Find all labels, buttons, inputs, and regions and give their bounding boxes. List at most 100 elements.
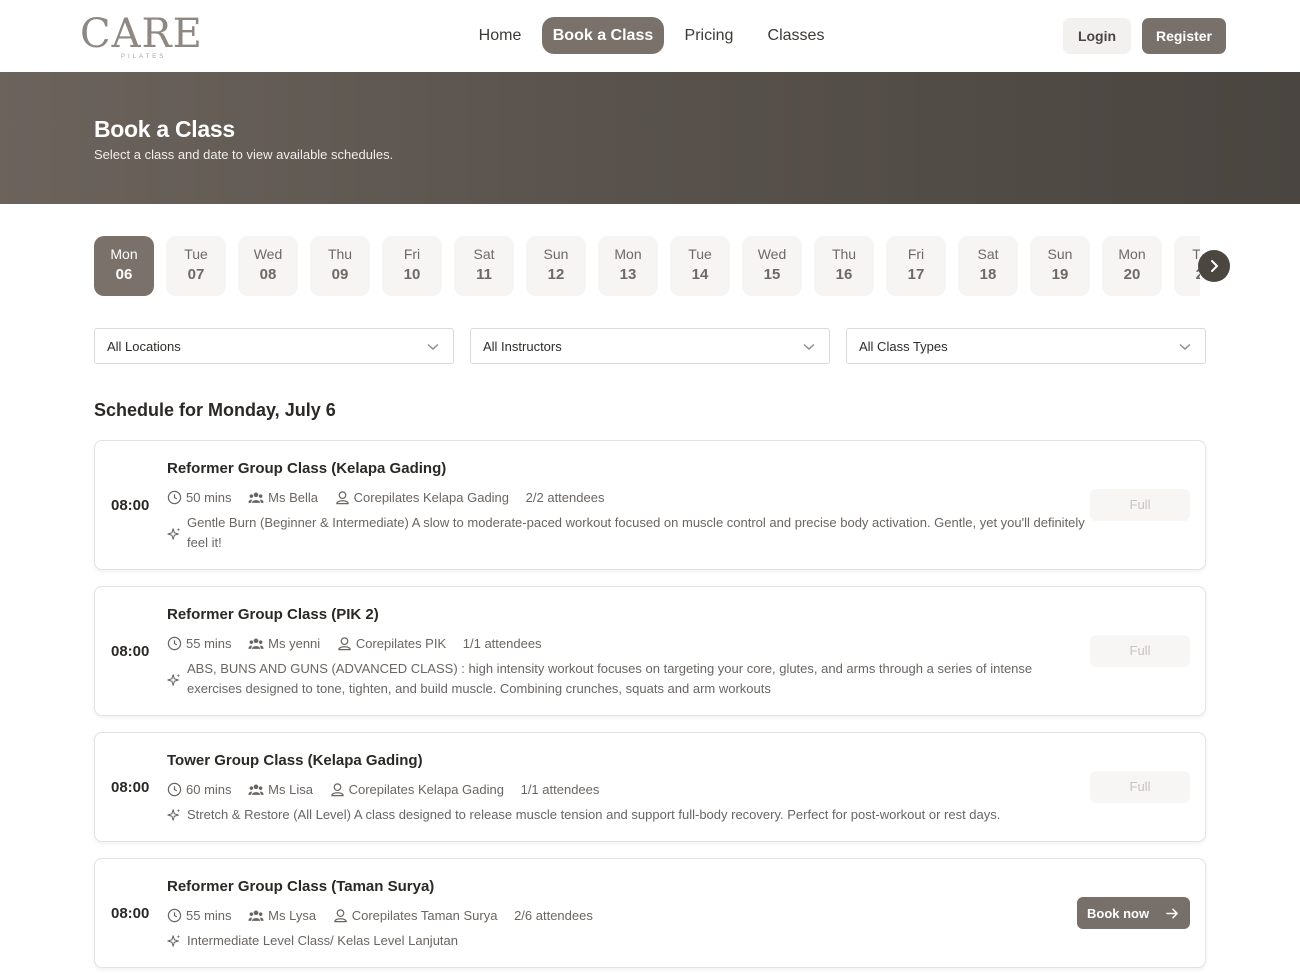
instructor-filter-value: All Instructors [483,339,562,354]
nav-pricing-link[interactable]: Pricing [674,17,744,54]
class-time: 08:00 [111,643,150,660]
date-option[interactable]: Sat 11 [454,236,514,296]
map-pin-user-icon [335,491,349,505]
users-icon [248,784,264,795]
date-option[interactable]: Mon 20 [1102,236,1162,296]
nav-book-a-class-link[interactable]: Book a Class [542,17,664,54]
next-dates-button[interactable] [1198,250,1230,282]
class-attendees: 1/1 attendees [520,782,600,798]
class-full-button[interactable]: Full [1090,635,1190,667]
class-meta: 55 mins Ms yenni Corepilates PIK 1/1 att… [167,635,555,653]
date-option[interactable]: Sun 12 [526,236,586,296]
arrow-right-icon [1166,908,1178,919]
location-filter-select[interactable]: All Locations [94,328,454,364]
class-card: 08:00 Reformer Group Class (Taman Surya)… [94,858,1206,968]
date-day-number: 07 [187,266,205,283]
date-option[interactable]: Fri 17 [886,236,946,296]
date-option[interactable]: Mon 13 [598,236,658,296]
class-name: Tower Group Class (Kelapa Gading) [167,752,423,769]
date-weekday: Fri [907,246,925,262]
users-icon [248,638,264,649]
clock-icon [167,782,182,797]
brand-logo[interactable]: CARE PILATES [80,12,204,62]
users-icon [248,492,264,503]
date-day-number: 17 [907,266,925,283]
top-navigation-bar: CARE PILATES Home Book a Class Pricing C… [0,0,1300,72]
page-subtitle: Select a class and date to view availabl… [94,147,394,162]
class-meta: 50 mins Ms Bella Corepilates Kelapa Gadi… [167,489,617,507]
class-full-button[interactable]: Full [1090,489,1190,521]
class-attendees: 2/6 attendees [514,908,593,924]
class-location: Corepilates Kelapa Gading [330,782,504,797]
date-day-number: 08 [259,266,277,283]
date-day-number: 13 [619,266,637,283]
date-day-number: 06 [115,266,133,283]
date-weekday: Mon [614,246,642,262]
instructor-filter-select[interactable]: All Instructors [470,328,830,364]
date-option[interactable]: Wed 08 [238,236,298,296]
nav-home-link[interactable]: Home [466,17,534,54]
logo-subtext: PILATES [121,54,167,60]
map-pin-user-icon [330,783,344,797]
date-weekday: Tue [1192,246,1200,262]
class-type-filter-select[interactable]: All Class Types [846,328,1206,364]
clock-icon [167,490,182,505]
class-duration: 55 mins [167,908,232,923]
class-description: ABS, BUNS AND GUNS (ADVANCED CLASS) : hi… [187,661,1033,696]
date-weekday: Sun [1047,246,1073,262]
class-attendees: 1/1 attendees [462,636,542,652]
login-button[interactable]: Login [1063,18,1131,54]
date-weekday: Thu [327,246,353,262]
register-button[interactable]: Register [1142,18,1226,54]
date-option[interactable]: Tue 07 [166,236,226,296]
date-day-number: 11 [476,266,492,283]
date-option[interactable]: Sat 18 [958,236,1018,296]
date-option[interactable]: Mon 06 [94,236,154,296]
date-day-number: 19 [1051,266,1069,283]
class-instructor: Ms yenni [248,636,320,651]
date-day-number: 20 [1123,266,1141,283]
date-picker-strip: Mon 06 Tue 07 Wed 08 Thu 09 Fri 10 Sat 11 Sun 12 Mon 13… [94,236,1200,296]
chevron-down-icon [427,344,439,350]
date-weekday: Sun [543,246,569,262]
users-icon [248,910,264,921]
book-now-button[interactable]: Book now [1077,897,1190,929]
date-option[interactable]: Thu 16 [814,236,874,296]
chevron-right-icon [1211,260,1218,272]
date-option[interactable]: Fri 10 [382,236,442,296]
date-option[interactable]: Tue 21 [1174,236,1200,296]
date-weekday: Sat [473,246,495,262]
class-location: Corepilates Kelapa Gading [335,490,509,505]
class-time: 08:00 [111,779,150,796]
class-time: 08:00 [111,497,150,514]
date-day-number: 21 [1195,266,1200,283]
map-pin-user-icon [338,637,351,651]
sparkles-icon [167,673,181,686]
date-day-number: 12 [547,266,565,283]
date-option[interactable]: Wed 15 [742,236,802,296]
class-card: 08:00 Tower Group Class (Kelapa Gading) … [94,732,1206,842]
sparkles-icon [167,808,181,821]
date-weekday: Tue [184,246,208,262]
date-weekday: Fri [403,246,421,262]
date-weekday: Wed [757,246,787,262]
class-meta: 60 mins Ms Lisa Corepilates Kelapa Gadin… [167,781,612,799]
date-weekday: Tue [688,246,712,262]
sparkles-icon [167,527,181,540]
class-location: Corepilates Taman Surya [333,908,497,923]
nav-classes-link[interactable]: Classes [758,17,834,54]
class-description: Intermediate Level Class/ Kelas Level La… [187,933,458,948]
date-day-number: 16 [835,266,853,283]
class-description: Stretch & Restore (All Level) A class de… [187,807,1001,822]
date-day-number: 14 [691,266,709,283]
date-option[interactable]: Sun 19 [1030,236,1090,296]
date-option[interactable]: Thu 09 [310,236,370,296]
schedule-heading: Schedule for Monday, July 6 [94,400,336,420]
class-card: 08:00 Reformer Group Class (PIK 2) 55 mi… [94,586,1206,716]
class-attendees: 2/2 attendees [525,490,605,506]
class-duration: 60 mins [167,782,232,797]
chevron-down-icon [803,344,815,350]
class-instructor: Ms Lysa [248,908,316,923]
class-full-button[interactable]: Full [1090,771,1190,803]
date-option[interactable]: Tue 14 [670,236,730,296]
